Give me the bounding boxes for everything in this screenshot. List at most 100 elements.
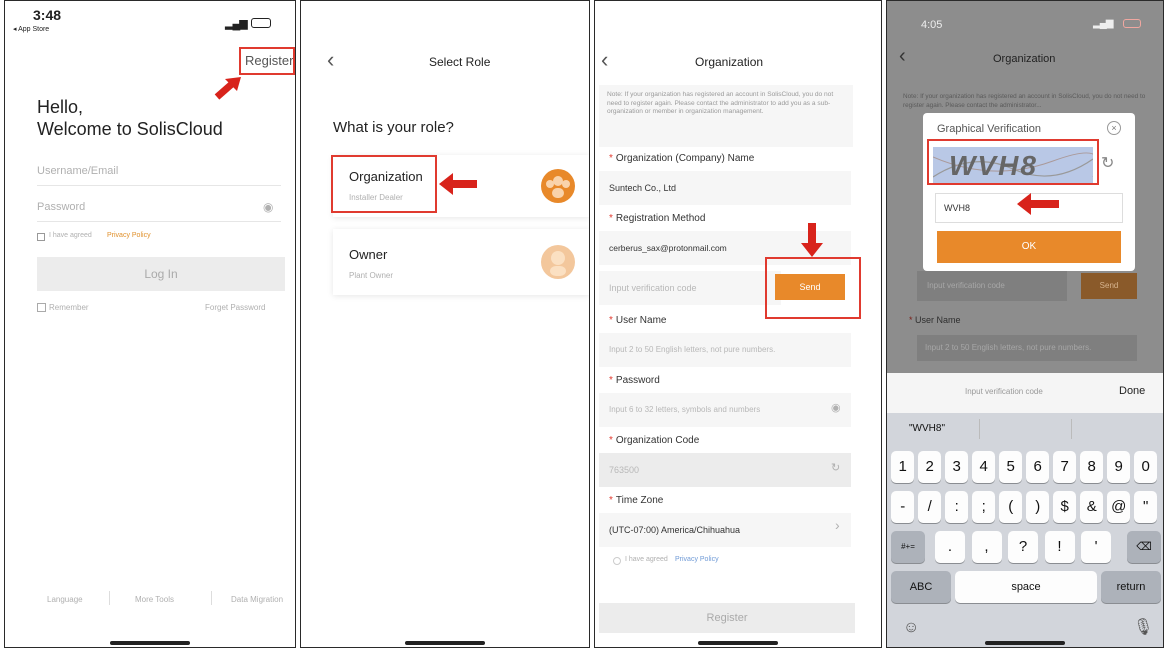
owner-avatar-icon xyxy=(541,245,575,279)
abc-key[interactable]: ABC xyxy=(891,571,951,603)
ios-keyboard: Input verification code Done "WVH8" 1234… xyxy=(887,373,1163,647)
send-code-button[interactable]: Send xyxy=(1081,273,1137,299)
privacy-policy-link[interactable]: Privacy Policy xyxy=(675,556,719,563)
keyboard-key[interactable]: 1 xyxy=(891,451,915,483)
keyboard-suggestion[interactable]: "WVH8" xyxy=(909,423,945,434)
keyboard-key[interactable]: 0 xyxy=(1134,451,1158,483)
keyboard-key[interactable]: - xyxy=(891,491,915,523)
keyboard-key[interactable]: 2 xyxy=(918,451,942,483)
keyboard-key[interactable]: 6 xyxy=(1026,451,1050,483)
username-input[interactable]: Input 2 to 50 English letters, not pure … xyxy=(917,335,1137,361)
greeting-line1: Hello, xyxy=(37,97,84,117)
keyboard-key[interactable]: & xyxy=(1080,491,1104,523)
organization-avatar-icon xyxy=(541,169,575,203)
footer-language[interactable]: Language xyxy=(47,595,83,604)
eye-icon[interactable]: ◉ xyxy=(263,200,273,214)
verification-code-input[interactable]: Input verification code xyxy=(599,271,781,305)
greeting-line2: Welcome to SolisCloud xyxy=(37,119,223,139)
keyboard-key[interactable]: , xyxy=(971,531,1002,563)
close-icon[interactable]: × xyxy=(1107,121,1121,135)
keyboard-key[interactable]: : xyxy=(945,491,969,523)
keyboard-key[interactable]: ) xyxy=(1026,491,1050,523)
keyboard-key[interactable]: " xyxy=(1134,491,1158,523)
back-chevron-icon[interactable]: ‹ xyxy=(899,45,906,68)
keyboard-key[interactable]: 4 xyxy=(972,451,996,483)
dialog-title: Graphical Verification xyxy=(937,123,1041,135)
back-to-app-store[interactable]: ◂ App Store xyxy=(13,25,49,33)
shift-symbols-key[interactable]: #+= xyxy=(891,531,925,563)
username-label: * User Name xyxy=(909,315,961,325)
role-subtitle: Plant Owner xyxy=(349,271,394,280)
suggestion-divider xyxy=(979,419,980,439)
keyboard-toolbar: Input verification code Done xyxy=(887,373,1163,413)
role-card-owner[interactable]: Owner Plant Owner xyxy=(333,229,589,295)
battery-icon xyxy=(1123,19,1141,28)
org-name-input[interactable]: Suntech Co., Ltd xyxy=(599,171,851,205)
forgot-password-link[interactable]: Forget Password xyxy=(205,303,265,312)
select-role-screen: ‹ Select Role What is your role? Organiz… xyxy=(300,0,590,648)
register-button[interactable]: Register xyxy=(599,603,855,633)
keyboard-key[interactable]: 3 xyxy=(945,451,969,483)
keyboard-key[interactable]: / xyxy=(918,491,942,523)
password-label: * Password xyxy=(609,375,660,386)
keyboard-key[interactable]: ; xyxy=(972,491,996,523)
space-key[interactable]: space xyxy=(955,571,1097,603)
remember-checkbox[interactable] xyxy=(37,303,46,312)
password-input[interactable]: Password xyxy=(37,201,85,213)
send-highlight xyxy=(765,257,861,319)
arrow-organization-icon xyxy=(439,173,477,195)
keyboard-key[interactable]: 7 xyxy=(1053,451,1077,483)
back-chevron-icon[interactable]: ‹ xyxy=(601,47,608,73)
screenshot-strip: 3:4 8 ◂ App Store ▂▄▆ Register Hello, Wel… xyxy=(0,0,1166,648)
footer-data-migration[interactable]: Data Migration xyxy=(231,595,283,604)
back-chevron-icon[interactable]: ‹ xyxy=(327,47,334,73)
suggestion-divider xyxy=(1071,419,1072,439)
captcha-highlight xyxy=(927,139,1099,185)
keyboard-key[interactable]: $ xyxy=(1053,491,1077,523)
chevron-right-icon: › xyxy=(835,517,840,533)
keyboard-key[interactable]: 9 xyxy=(1107,451,1131,483)
keyboard-key[interactable]: ? xyxy=(1008,531,1038,563)
reg-method-label: * Registration Method xyxy=(609,213,706,224)
agree-checkbox[interactable] xyxy=(37,233,45,241)
emoji-icon[interactable]: ☺ xyxy=(903,619,919,637)
privacy-policy-link[interactable]: Privacy Policy xyxy=(107,232,151,239)
status-time: 4:05 xyxy=(921,19,943,31)
role-question: What is your role? xyxy=(333,119,454,136)
remember-label: Remember xyxy=(49,303,89,312)
return-key[interactable]: return xyxy=(1101,571,1161,603)
username-input[interactable]: Input 2 to 50 English letters, not pure … xyxy=(599,333,851,367)
footer-more-tools[interactable]: More Tools xyxy=(135,595,174,604)
backspace-key[interactable]: ⌫ xyxy=(1127,531,1161,563)
note-prefix: Note: xyxy=(903,93,919,100)
keyboard-key[interactable]: ' xyxy=(1081,531,1111,563)
verification-code-input[interactable]: Input verification code xyxy=(917,271,1067,301)
agree-checkbox[interactable] xyxy=(613,557,621,565)
keyboard-key[interactable]: 8 xyxy=(1080,451,1104,483)
registration-note: Note: If your organization has registere… xyxy=(599,85,853,147)
keyboard-hint: Input verification code xyxy=(965,387,1043,396)
keyboard-key[interactable]: ! xyxy=(1044,531,1075,563)
ok-button[interactable]: OK xyxy=(937,231,1121,263)
keyboard-key[interactable]: . xyxy=(935,531,965,563)
org-code-input[interactable]: 763500 xyxy=(599,453,851,487)
refresh-icon[interactable]: ↻ xyxy=(831,461,840,474)
keyboard-key[interactable]: ( xyxy=(999,491,1023,523)
username-input[interactable]: Username/Email xyxy=(37,165,118,177)
keyboard-key[interactable]: 5 xyxy=(999,451,1023,483)
refresh-captcha-icon[interactable]: ↻ xyxy=(1101,153,1114,173)
timezone-select[interactable]: (UTC-07:00) America/Chihuahua xyxy=(599,513,851,547)
keyboard-key[interactable]: @ xyxy=(1107,491,1131,523)
microphone-icon[interactable]: 🎙 xyxy=(1133,617,1153,637)
register-highlight xyxy=(239,47,295,75)
eye-icon[interactable]: ◉ xyxy=(831,401,841,414)
footer-divider xyxy=(211,591,212,605)
done-button[interactable]: Done xyxy=(1119,385,1145,397)
organization-register-screen: ‹ Organization Note: If your organizatio… xyxy=(594,0,882,648)
password-underline xyxy=(37,221,281,222)
login-button[interactable]: Log In xyxy=(37,257,285,291)
arrow-captcha-icon xyxy=(1017,193,1059,215)
header-title: Organization xyxy=(695,55,764,69)
signal-icon: ▂▄▆ xyxy=(1093,18,1113,29)
password-input[interactable]: Input 6 to 32 letters, symbols and numbe… xyxy=(599,393,851,427)
